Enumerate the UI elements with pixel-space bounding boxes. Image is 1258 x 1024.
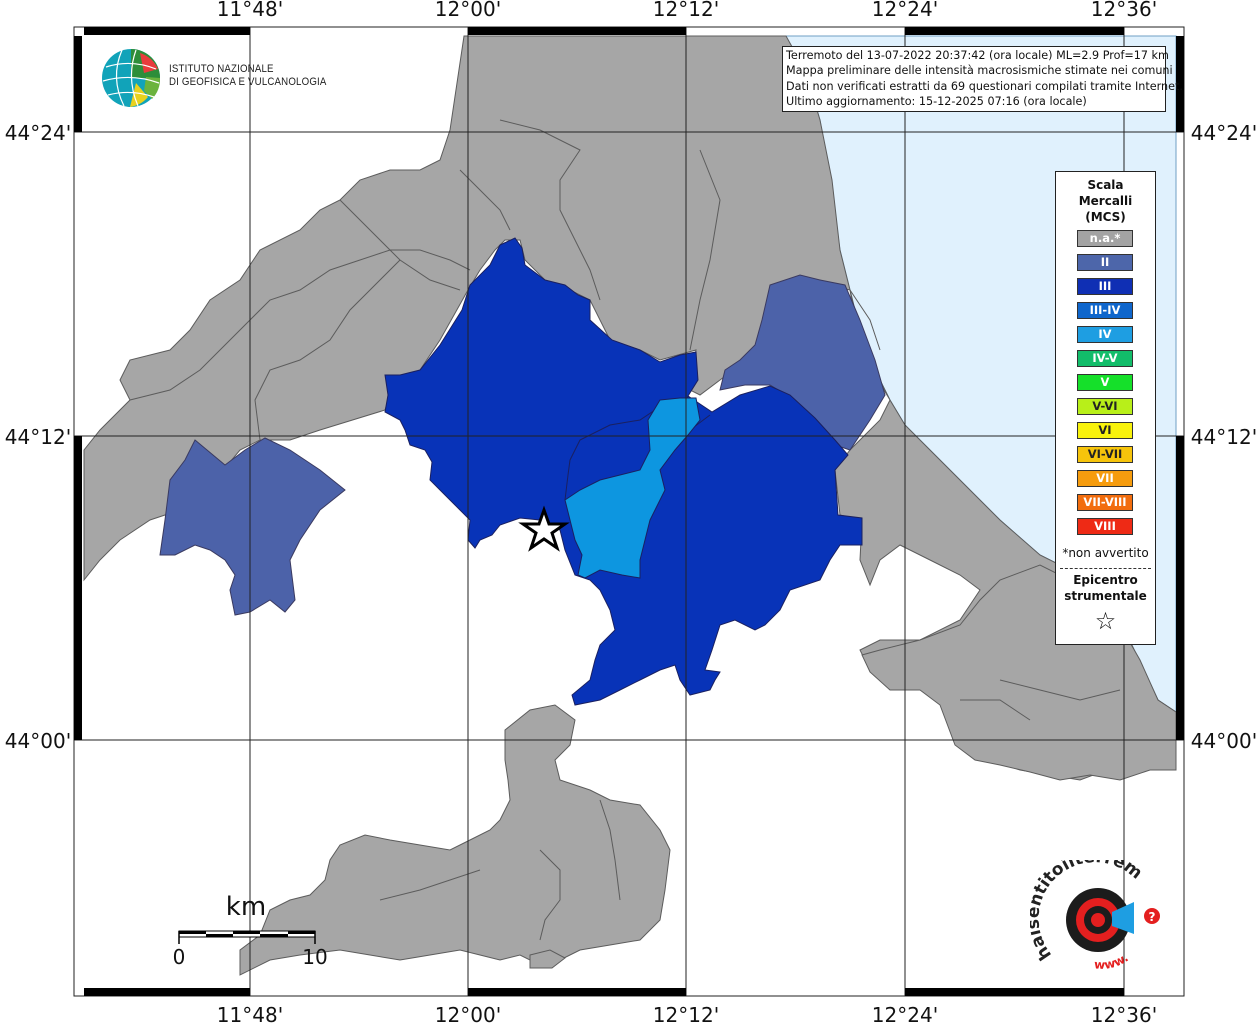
event-info-line-2: Mappa preliminare delle intensità macros…: [786, 64, 1173, 78]
legend-epicenter-line2: strumentale: [1064, 589, 1147, 603]
legend-epicenter-label: Epicentro strumentale: [1056, 572, 1155, 604]
lon-top-5: 12°36': [1091, 0, 1157, 21]
lon-top-1: 11°48': [217, 0, 283, 21]
lon-top-3: 12°12': [653, 0, 719, 21]
lat-left-2: 44°12': [5, 425, 71, 449]
hsit-www: www.: [1094, 951, 1131, 972]
legend-title: Scala Mercalli (MCS): [1056, 177, 1155, 225]
legend-title-line2: Mercalli: [1078, 194, 1133, 208]
legend-item-vii-viii: VII-VIII: [1077, 494, 1133, 511]
event-info-line-4: Ultimo aggiornamento: 15-12-2025 07:16 (…: [786, 95, 1087, 109]
legend-item-viii: VIII: [1077, 518, 1133, 535]
lat-left-3: 44°00': [5, 729, 71, 753]
svg-text:www.: www.: [1094, 951, 1131, 972]
lon-bottom-2: 12°00': [435, 1003, 501, 1024]
scale-bar-unit: km: [226, 892, 266, 922]
legend-note: *non avvertito: [1062, 546, 1149, 560]
legend-item-ii: II: [1077, 254, 1133, 271]
lat-right-1: 44°24': [1191, 121, 1257, 145]
legend-title-line1: Scala: [1087, 178, 1124, 192]
legend-item-vi-vii: VI-VII: [1077, 446, 1133, 463]
event-info-line-1: Terremoto del 13-07-2022 20:37:42 (ora l…: [786, 49, 1169, 62]
legend-item-iv: IV: [1077, 326, 1133, 343]
lon-top-2: 12°00': [435, 0, 501, 21]
lat-right-3: 44°00': [1191, 729, 1257, 753]
legend-item-vi: VI: [1077, 422, 1133, 439]
ingv-name-line2: DI GEOFISICA E VULCANOLOGIA: [169, 76, 327, 88]
lat-left-1: 44°24': [5, 121, 71, 145]
legend-epicenter-star-icon: ☆: [1094, 607, 1117, 635]
legend-title-line3: (MCS): [1085, 210, 1126, 224]
legend-item-iv-v: IV-V: [1077, 350, 1133, 367]
scale-bar-end: 10: [302, 945, 327, 969]
mcs-legend: Scala Mercalli (MCS) n.a.* II III III-IV IV I…: [1055, 171, 1156, 645]
lon-bottom-5: 12°36': [1091, 1003, 1157, 1024]
ingv-globe-icon: [102, 49, 161, 107]
lon-bottom-4: 12°24': [872, 1003, 938, 1024]
lon-bottom-3: 12°12': [653, 1003, 719, 1024]
legend-divider: [1060, 568, 1151, 569]
legend-epicenter-line1: Epicentro: [1073, 573, 1138, 587]
legend-item-vii: VII: [1077, 470, 1133, 487]
legend-item-iii: III: [1077, 278, 1133, 295]
legend-item-iii-iv: III-IV: [1077, 302, 1133, 319]
lat-right-2: 44°12': [1191, 425, 1257, 449]
lon-top-4: 12°24': [872, 0, 938, 21]
hsit-target-icon: ? haisentitoilterremoto.it www.: [1023, 845, 1160, 972]
hsit-question-mark: ?: [1149, 910, 1156, 924]
ingv-logo: ISTITUTO NAZIONALE DI GEOFISICA E VULCAN…: [100, 46, 330, 110]
hsit-logo: ? haisentitoilterremoto.it www.: [1023, 845, 1170, 980]
lon-bottom-1: 11°48': [217, 1003, 283, 1024]
legend-item-v: V: [1077, 374, 1133, 391]
event-info-line-3: Dati non verificati estratti da 69 quest…: [786, 79, 1183, 93]
ingv-name-line1: ISTITUTO NAZIONALE: [169, 63, 274, 75]
legend-item-n-a: n.a.*: [1077, 230, 1133, 247]
legend-item-v-vi: V-VI: [1077, 398, 1133, 415]
scale-bar-start: 0: [173, 945, 186, 969]
event-info-box: Terremoto del 13-07-2022 20:37:42 (ora l…: [782, 46, 1183, 112]
ingv-name: ISTITUTO NAZIONALE DI GEOFISICA E VULCAN…: [169, 63, 327, 89]
